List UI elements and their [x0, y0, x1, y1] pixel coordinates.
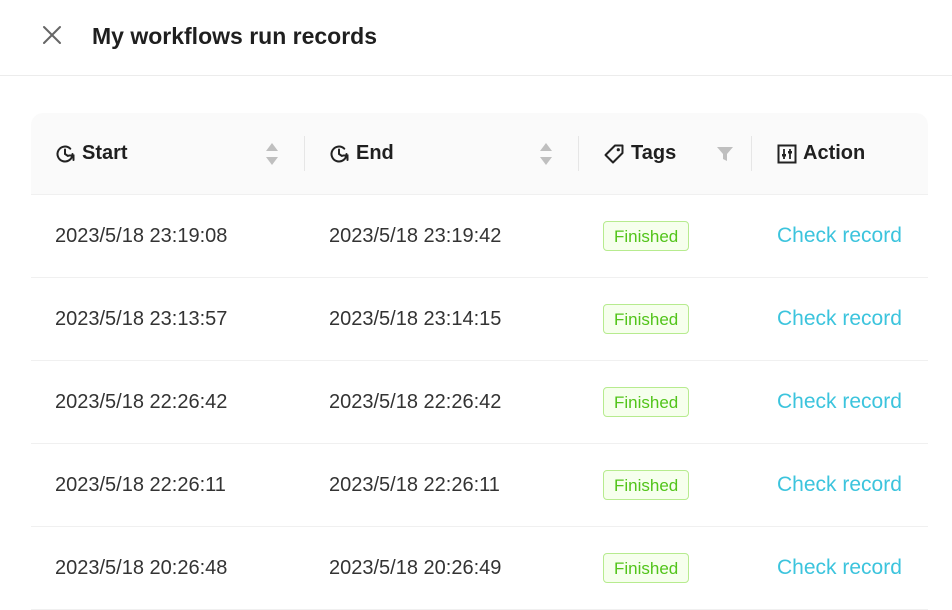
column-divider: [304, 136, 305, 171]
check-record-link[interactable]: Check record: [777, 224, 902, 248]
drawer-header: My workflows run records: [0, 0, 952, 76]
table-row: 2023/5/18 22:26:42 2023/5/18 22:26:42 Fi…: [31, 361, 928, 444]
column-label-action: Action: [803, 142, 866, 164]
start-time-cell: 2023/5/18 22:26:11: [55, 473, 226, 496]
tag-cell: Finished: [603, 278, 690, 360]
close-icon[interactable]: [38, 21, 66, 49]
start-time-cell: 2023/5/18 22:26:42: [55, 390, 228, 413]
tag-icon: [604, 144, 624, 163]
status-badge: Finished: [603, 304, 690, 334]
status-badge: Finished: [603, 553, 690, 583]
status-badge: Finished: [603, 470, 690, 500]
table-row: 2023/5/18 23:13:57 2023/5/18 23:14:15 Fi…: [31, 278, 928, 361]
sort-icon[interactable]: [539, 142, 553, 166]
check-record-link[interactable]: Check record: [777, 390, 902, 414]
end-time-cell: 2023/5/18 23:19:42: [329, 224, 502, 247]
table-row: 2023/5/18 20:26:48 2023/5/18 20:26:49 Fi…: [31, 527, 928, 610]
column-header-start: Start: [54, 113, 128, 194]
column-header-action: Action: [777, 113, 865, 194]
tag-cell: Finished: [603, 444, 690, 526]
tag-cell: Finished: [603, 361, 690, 443]
table-header: Start End Tags Action: [31, 113, 928, 195]
column-divider: [578, 136, 579, 171]
status-badge: Finished: [603, 387, 690, 417]
end-time-cell: 2023/5/18 22:26:42: [329, 390, 502, 413]
column-label-end: End: [356, 142, 394, 164]
check-record-link[interactable]: Check record: [777, 307, 902, 331]
column-label-start: Start: [82, 142, 128, 164]
page-title: My workflows run records: [92, 23, 378, 49]
table-row: 2023/5/18 23:19:08 2023/5/18 23:19:42 Fi…: [31, 195, 928, 278]
action-cell: Check record: [777, 195, 902, 277]
check-record-link[interactable]: Check record: [777, 473, 902, 497]
status-badge: Finished: [603, 221, 690, 251]
clock-icon: [56, 145, 75, 162]
tag-cell: Finished: [603, 195, 690, 277]
column-divider: [751, 136, 752, 171]
column-label-tags: Tags: [631, 142, 677, 164]
end-time-cell: 2023/5/18 23:14:15: [329, 307, 502, 330]
end-time-cell: 2023/5/18 22:26:11: [329, 473, 500, 496]
action-cell: Check record: [777, 278, 902, 360]
tag-cell: Finished: [603, 527, 690, 609]
filter-icon[interactable]: [716, 146, 734, 162]
sliders-icon: [777, 144, 797, 163]
sort-icon[interactable]: [265, 142, 279, 166]
clock-icon: [330, 145, 349, 162]
start-time-cell: 2023/5/18 20:26:48: [55, 556, 228, 579]
start-time-cell: 2023/5/18 23:19:08: [55, 224, 228, 247]
check-record-link[interactable]: Check record: [777, 556, 902, 580]
action-cell: Check record: [777, 527, 902, 609]
end-time-cell: 2023/5/18 20:26:49: [329, 556, 502, 579]
start-time-cell: 2023/5/18 23:13:57: [55, 307, 228, 330]
action-cell: Check record: [777, 361, 902, 443]
table-row: 2023/5/18 22:26:11 2023/5/18 22:26:11 Fi…: [31, 444, 928, 527]
column-header-end: End: [328, 113, 394, 194]
column-header-tags: Tags: [603, 113, 676, 194]
action-cell: Check record: [777, 444, 902, 526]
records-table: Start End Tags Action 2023/5/18 23:19:08…: [31, 113, 928, 610]
